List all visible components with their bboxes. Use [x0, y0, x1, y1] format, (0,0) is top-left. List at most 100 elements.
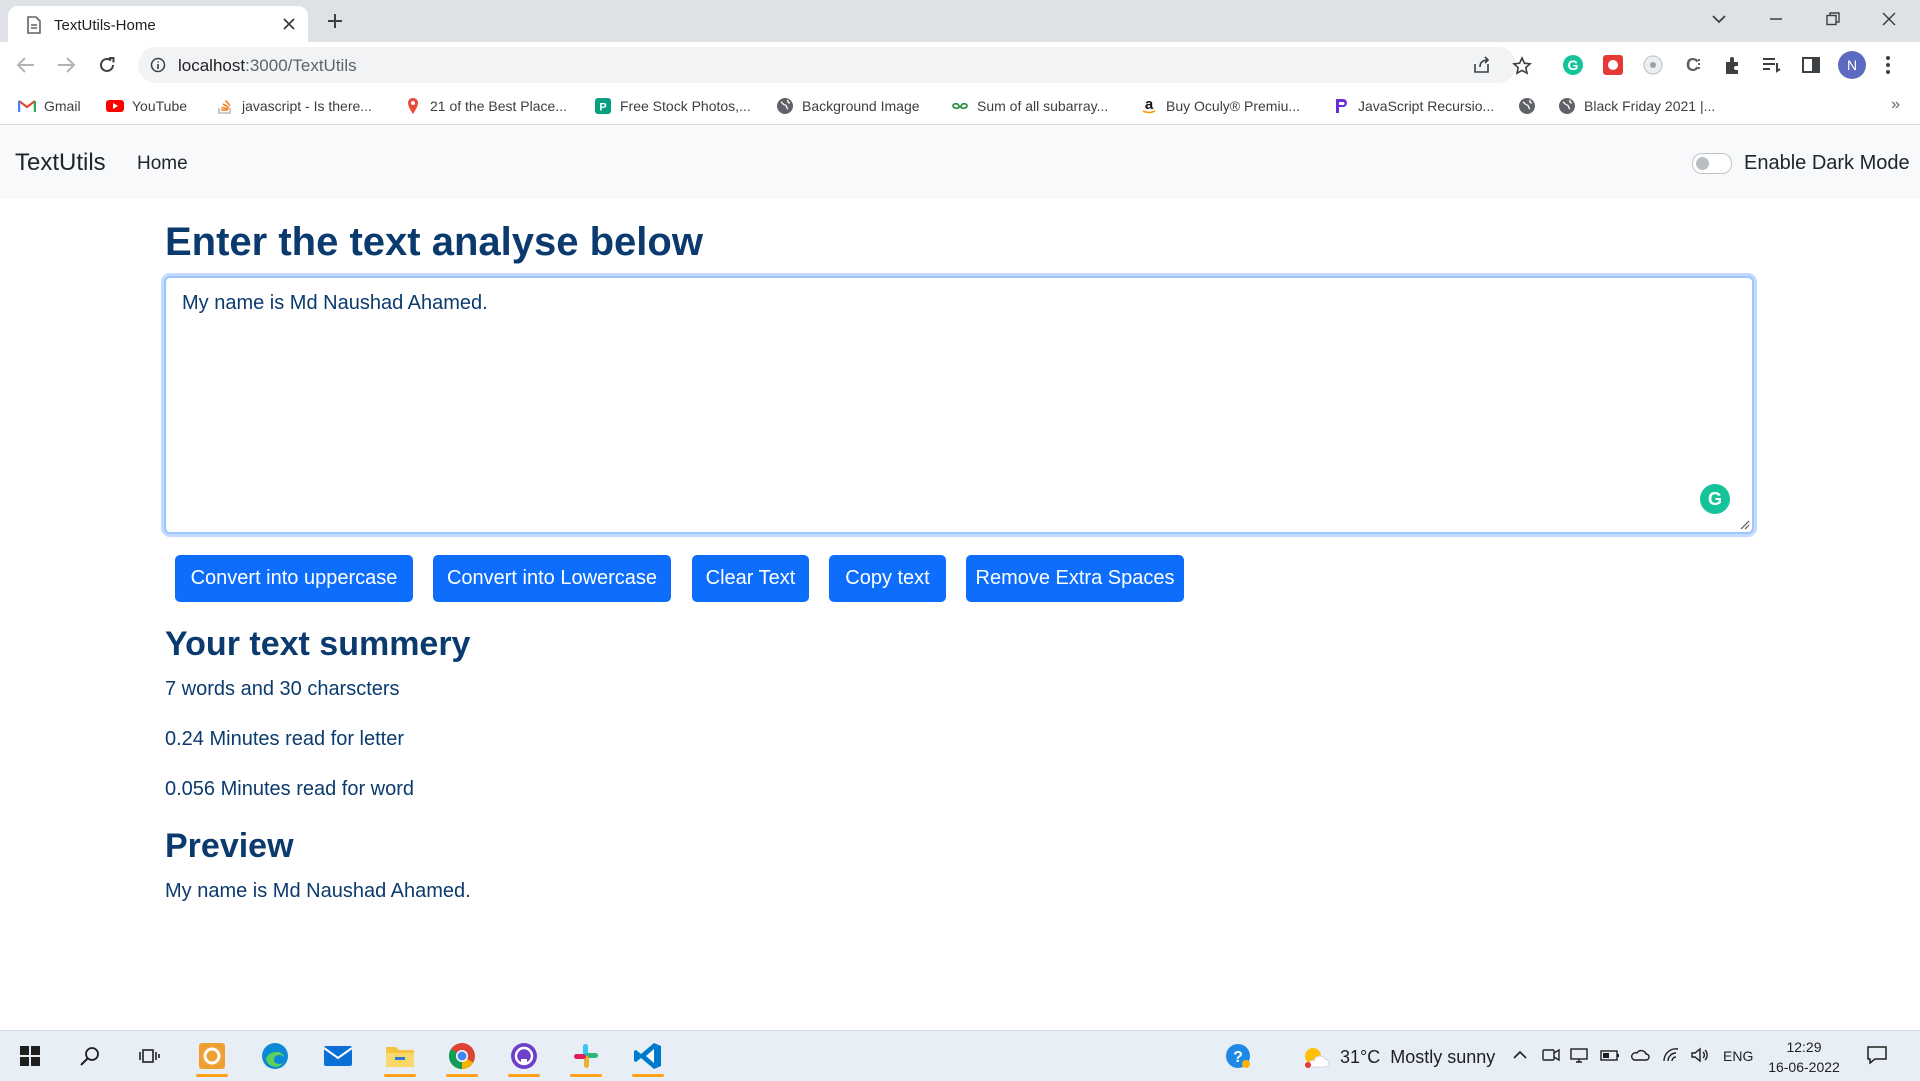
github-desktop-icon[interactable] [502, 1039, 546, 1077]
grammarly-icon[interactable]: G [1700, 484, 1730, 514]
bookmark-best-place[interactable]: 21 of the Best Place... [404, 96, 567, 116]
svg-text:?: ? [1233, 1049, 1243, 1066]
globe-icon [1519, 98, 1535, 114]
word-char-count: 7 words and 30 charscters [165, 678, 400, 700]
onedrive-cloud-icon[interactable] [1630, 1047, 1650, 1063]
forward-icon[interactable] [56, 56, 76, 74]
extensions-puzzle-icon[interactable] [1722, 54, 1744, 76]
tab-close-icon[interactable] [282, 17, 296, 31]
resize-handle-icon[interactable] [1738, 518, 1750, 530]
page-title: Enter the text analyse below [165, 220, 703, 264]
restore-icon[interactable] [1825, 12, 1841, 26]
bookmark-black-friday[interactable]: Black Friday 2021 |... [1558, 96, 1715, 116]
page-icon [26, 16, 42, 34]
mail-icon[interactable] [316, 1039, 360, 1073]
red-extension-icon[interactable] [1602, 54, 1624, 76]
bookmarks-overflow-button[interactable]: » [1891, 96, 1900, 114]
svg-text:C: C [1686, 55, 1699, 75]
windows-taskbar: ? 31°C Mostly sunny ENG 12:29 16-06-2022 [0, 1030, 1920, 1081]
windows-start-icon[interactable] [8, 1039, 52, 1073]
lowercase-button[interactable]: Convert into Lowercase [433, 555, 671, 602]
active-indicator [196, 1074, 228, 1077]
weather-temp: 31°C [1340, 1046, 1381, 1067]
clock[interactable]: 12:29 16-06-2022 [1768, 1037, 1840, 1077]
browser-toolbar: localhost:3000/TextUtils G C N [0, 42, 1920, 88]
bookmark-pexels[interactable]: P Free Stock Photos,... [594, 96, 751, 116]
wifi-icon[interactable] [1662, 1047, 1680, 1063]
reload-icon[interactable] [97, 55, 117, 75]
clear-text-button[interactable]: Clear Text [692, 555, 809, 602]
active-indicator [508, 1074, 540, 1077]
summary-heading: Your text summery [165, 625, 471, 663]
reading-list-icon[interactable] [1760, 54, 1782, 76]
task-view-icon[interactable] [128, 1039, 172, 1073]
grammarly-extension-icon[interactable]: G [1562, 54, 1584, 76]
file-explorer-icon[interactable] [378, 1039, 422, 1077]
bookmark-star-icon[interactable] [1512, 56, 1532, 76]
edge-browser-icon[interactable] [253, 1039, 297, 1073]
extension-c-icon[interactable]: C [1682, 54, 1704, 76]
bookmark-gfg[interactable]: Sum of all subarray... [951, 96, 1108, 116]
new-tab-icon[interactable] [326, 12, 344, 30]
office-app-icon[interactable] [190, 1039, 234, 1077]
preview-text: My name is Md Naushad Ahamed. [165, 880, 471, 902]
active-indicator [446, 1074, 478, 1077]
share-icon[interactable] [1472, 56, 1492, 74]
nav-home-link[interactable]: Home [137, 153, 188, 175]
display-icon[interactable] [1570, 1047, 1588, 1063]
notifications-icon[interactable] [1866, 1044, 1888, 1066]
tab-search-icon[interactable] [1710, 10, 1728, 28]
bookmark-stackoverflow[interactable]: javascript - Is there... [216, 96, 372, 116]
bookmark-label: Sum of all subarray... [977, 98, 1109, 114]
uppercase-button[interactable]: Convert into uppercase [175, 555, 413, 602]
volume-icon[interactable] [1690, 1047, 1710, 1063]
app-brand[interactable]: TextUtils [15, 149, 106, 177]
bookmark-label: Gmail [44, 98, 81, 114]
weather-widget[interactable]: 31°C Mostly sunny [1302, 1045, 1495, 1069]
svg-text:a: a [1145, 97, 1154, 113]
extension-round-icon[interactable] [1642, 54, 1664, 76]
bookmark-programiz[interactable]: JavaScript Recursio... [1332, 96, 1494, 116]
bookmark-globe[interactable] [1518, 96, 1544, 116]
minimize-icon[interactable] [1768, 12, 1784, 26]
battery-icon[interactable] [1600, 1047, 1620, 1063]
browser-tab[interactable]: TextUtils-Home [8, 6, 308, 42]
language-indicator[interactable]: ENG [1723, 1048, 1753, 1064]
dark-mode-switch[interactable] [1692, 153, 1732, 174]
dark-mode-toggle[interactable]: Enable Dark Mode [1692, 152, 1910, 175]
side-panel-icon[interactable] [1800, 54, 1822, 76]
clock-time: 12:29 [1786, 1039, 1822, 1055]
remove-extra-spaces-button[interactable]: Remove Extra Spaces [966, 555, 1184, 602]
switch-knob [1696, 157, 1709, 170]
copy-text-button[interactable]: Copy text [829, 555, 946, 602]
youtube-icon [106, 100, 124, 112]
amazon-icon: a [1142, 97, 1156, 114]
browser-menu-icon[interactable] [1884, 54, 1892, 76]
slack-icon[interactable] [564, 1039, 608, 1077]
site-info-icon[interactable] [150, 57, 166, 73]
bookmark-label: Buy Oculy® Premiu... [1166, 98, 1301, 114]
back-icon[interactable] [16, 56, 36, 74]
bookmark-amazon[interactable]: a Buy Oculy® Premiu... [1140, 96, 1300, 116]
bookmark-label: Background Image [802, 98, 920, 114]
bookmark-background-image[interactable]: Background Image [776, 96, 920, 116]
search-icon[interactable] [68, 1039, 112, 1073]
bookmark-label: YouTube [132, 98, 188, 114]
globe-icon [777, 98, 793, 114]
textarea-value: My name is Md Naushad Ahamed. [182, 292, 488, 314]
help-icon[interactable]: ? [1216, 1039, 1260, 1073]
bookmark-gmail[interactable]: Gmail [18, 96, 81, 116]
gmail-icon [18, 100, 36, 112]
text-input-area[interactable]: My name is Md Naushad Ahamed. G [164, 276, 1754, 534]
read-time-letter: 0.24 Minutes read for letter [165, 728, 405, 750]
programiz-icon [1336, 99, 1347, 113]
address-bar[interactable]: localhost:3000/TextUtils [138, 47, 1532, 83]
close-window-icon[interactable] [1881, 11, 1897, 27]
svg-text:P: P [599, 102, 606, 114]
chrome-icon[interactable] [440, 1039, 484, 1077]
profile-avatar[interactable]: N [1838, 51, 1866, 79]
show-hidden-icons-icon[interactable] [1512, 1047, 1528, 1063]
bookmark-youtube[interactable]: YouTube [106, 96, 187, 116]
vscode-icon[interactable] [626, 1039, 670, 1077]
meet-now-icon[interactable] [1542, 1047, 1560, 1063]
